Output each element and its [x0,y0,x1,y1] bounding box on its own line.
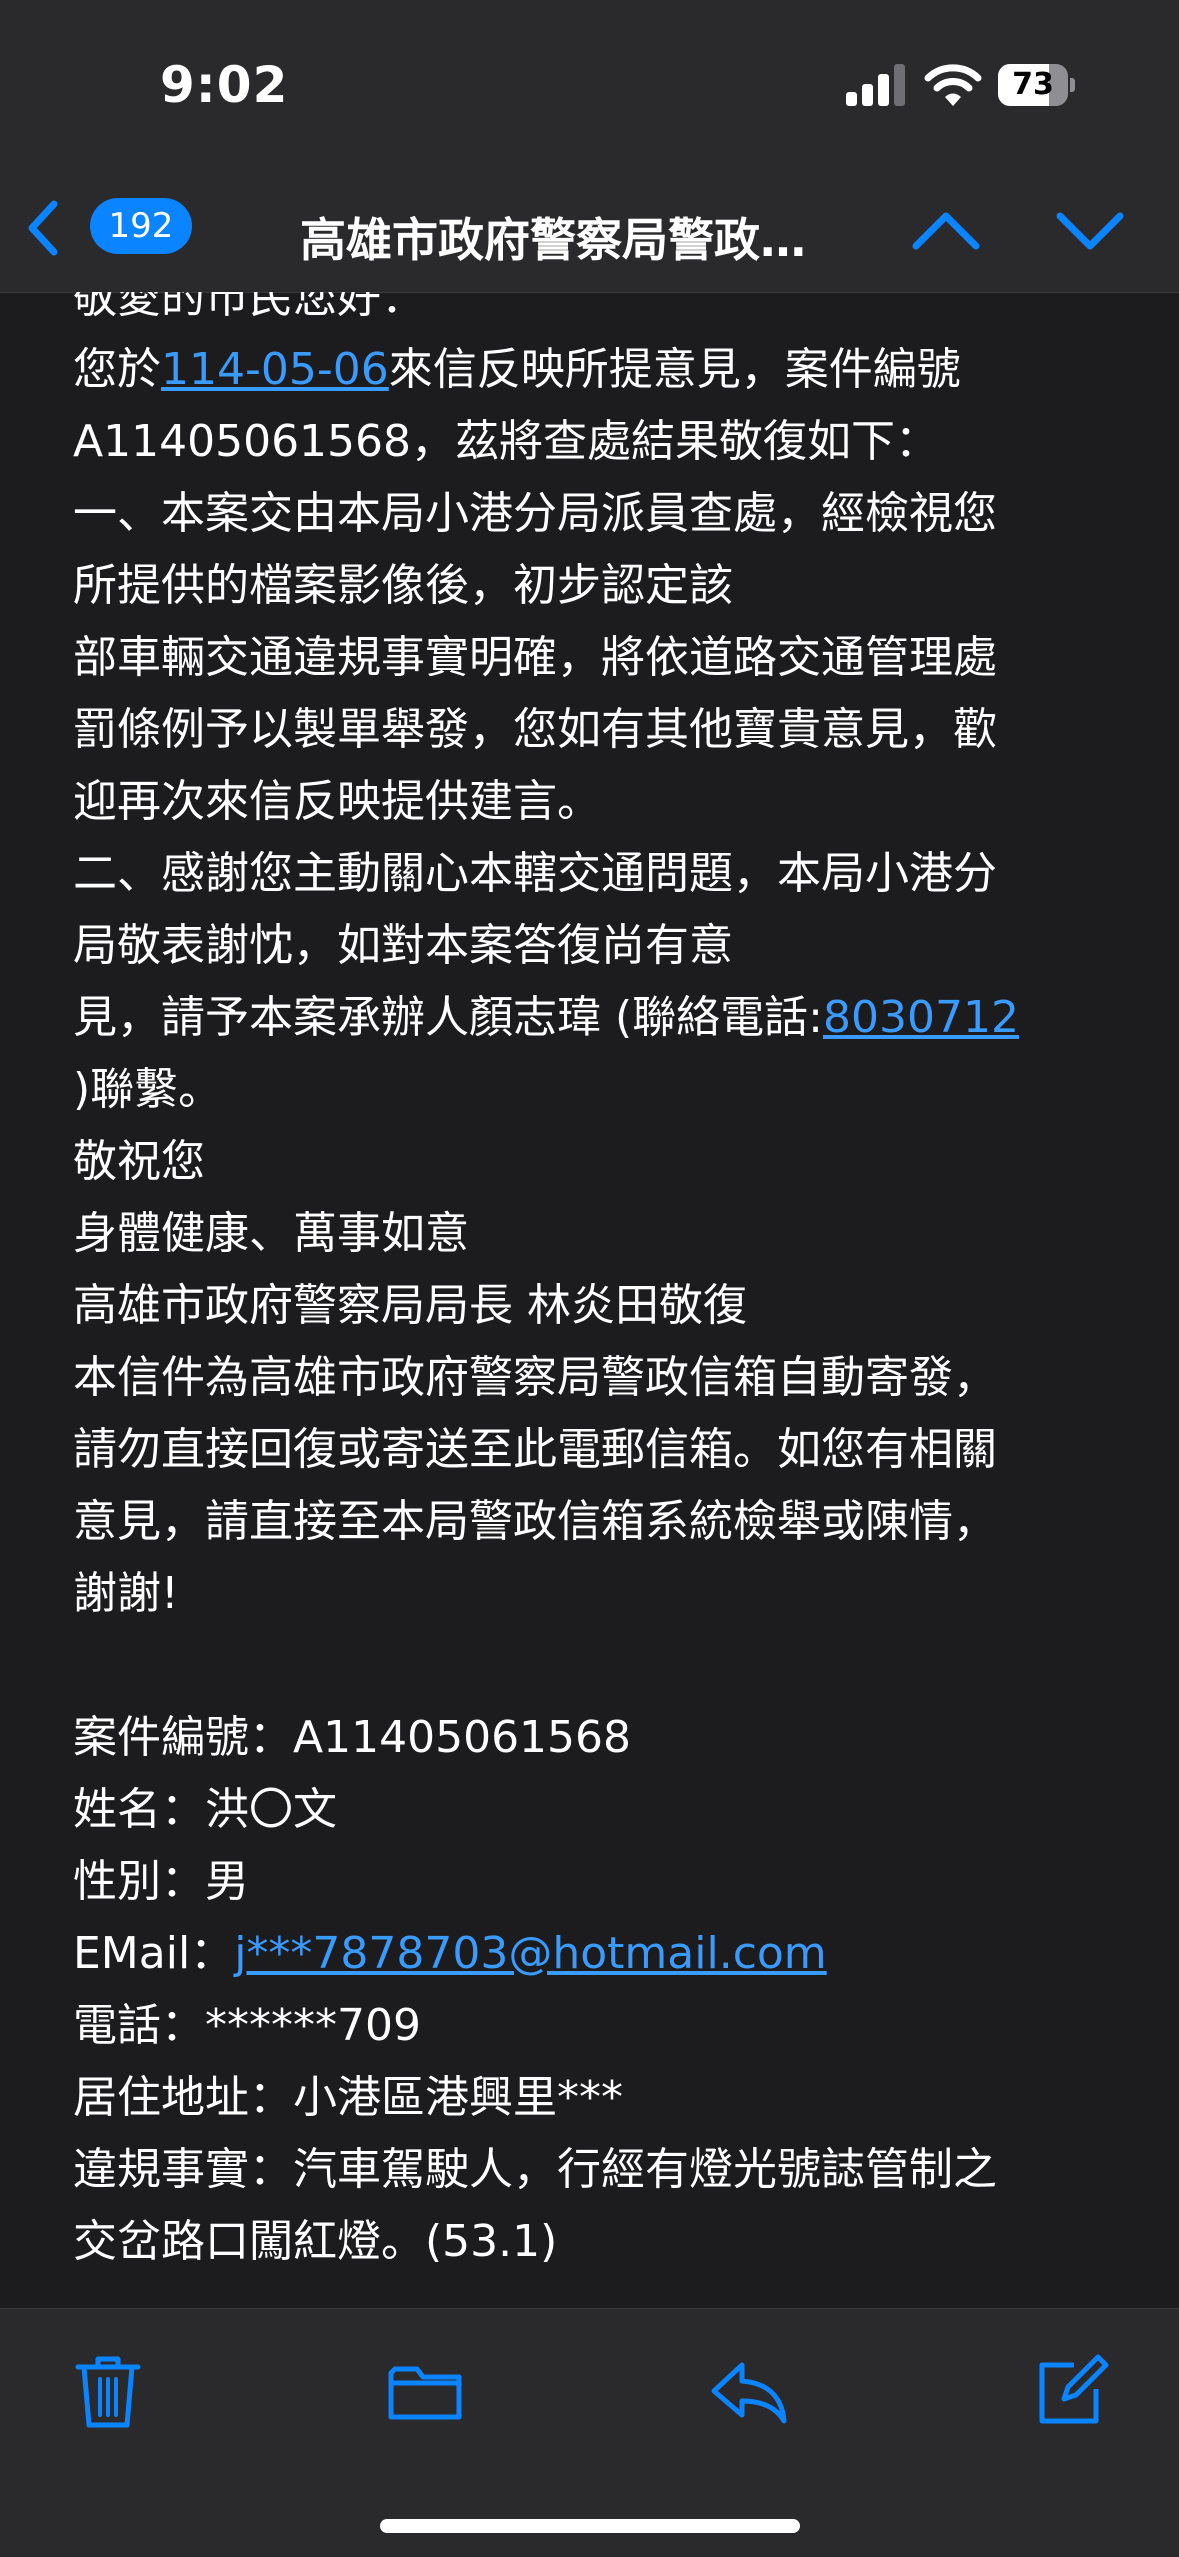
body-line: )聯繫。 [73,1064,223,1115]
body-line: 見，請予本案承辦人顏志瑋 (聯絡電話:8030712 [73,982,1123,1054]
cellular-signal-icon [846,64,906,106]
body-line: 部車輛交通違規事實明確，將依道路交通管理處 [73,632,997,683]
delete-button[interactable] [68,2351,148,2431]
signature: 高雄市政府警察局局長 林炎田敬復 [73,1280,747,1331]
next-message-button[interactable] [1050,194,1130,264]
reporter-email: EMail：j***7878703@hotmail.com [73,1918,1123,1990]
text: 來信反映所提意見，案件編號 [388,344,961,395]
closing-line: 敬祝您 [73,1136,205,1187]
reporter-phone: 電話：******709 [73,2000,421,2051]
closing-line: 身體健康、萬事如意 [73,1208,469,1259]
unread-count-badge: 192 [90,198,192,254]
text: 見，請予本案承辦人顏志瑋 (聯絡電話: [73,992,823,1043]
notice-line: 謝謝! [73,1568,179,1619]
greeting: 敬愛的市民您好： [73,292,425,323]
chevron-left-icon [28,200,58,256]
mail-content: 敬愛的市民您好： 您於114-05-06來信反映所提意見，案件編號 A11405… [73,292,1123,2278]
body-line: 迎再次來信反映提供建言。 [73,776,601,827]
status-bar: 9:02 73 [0,0,1179,170]
move-to-folder-button[interactable] [385,2351,465,2431]
date-link[interactable]: 114-05-06 [161,344,389,395]
chevron-up-icon [912,212,980,250]
notice-line: 本信件為高雄市政府警察局警政信箱自動寄發， [73,1352,997,1403]
violation-line: 交岔路口闖紅燈。(53.1) [73,2216,558,2267]
mail-nav-bar: 192 高雄市政府警察局警政… [0,170,1179,293]
body-line: 所提供的檔案影像後，初步認定該 [73,560,733,611]
body-line: A11405061568，茲將查處結果敬復如下： [73,416,940,467]
home-indicator[interactable] [380,2519,800,2533]
body-line: 二、感謝您主動關心本轄交通問題，本局小港分 [73,848,997,899]
trash-icon [75,2356,141,2428]
text: 您於 [73,344,161,395]
reply-button[interactable] [708,2351,788,2431]
mailbox-title: 高雄市政府警察局警政… [300,213,806,267]
previous-message-button[interactable] [906,194,986,264]
notice-line: 意見，請直接至本局警政信箱系統檢舉或陳情， [73,1496,997,1547]
folder-icon [388,2366,462,2420]
text: EMail： [73,1928,235,1979]
wifi-icon [924,62,982,108]
notice-line: 請勿直接回復或寄送至此電郵信箱。如您有相關 [73,1424,997,1475]
mail-body[interactable]: 敬愛的市民您好： 您於114-05-06來信反映所提意見，案件編號 A11405… [0,292,1179,2308]
battery-icon: 73 [998,64,1075,106]
violation-line: 違規事實：汽車駕駛人，行經有燈光號誌管制之 [73,2144,997,2195]
back-button[interactable]: 192 [20,192,200,262]
phone-link[interactable]: 8030712 [823,992,1019,1043]
reporter-address: 居住地址：小港區港興里*** [73,2072,623,2123]
body-line: 您於114-05-06來信反映所提意見，案件編號 [73,334,1123,406]
status-time: 9:02 [160,56,289,114]
reply-icon [711,2362,787,2424]
compose-icon [1039,2354,1109,2424]
chevron-down-icon [1056,212,1124,250]
reporter-name: 姓名：洪〇文 [73,1784,337,1835]
battery-level: 73 [1012,67,1054,102]
case-number: 案件編號：A11405061568 [73,1712,632,1763]
body-line: 一、本案交由本局小港分局派員查處，經檢視您 [73,488,997,539]
reporter-gender: 性別：男 [73,1856,249,1907]
mail-toolbar [0,2308,1179,2557]
compose-button[interactable] [1030,2351,1110,2431]
body-line: 罰條例予以製單舉發，您如有其他寶貴意見，歡 [73,704,997,755]
body-line: 局敬表謝忱，如對本案答復尚有意 [73,920,733,971]
email-link[interactable]: j***7878703@hotmail.com [234,1928,826,1979]
